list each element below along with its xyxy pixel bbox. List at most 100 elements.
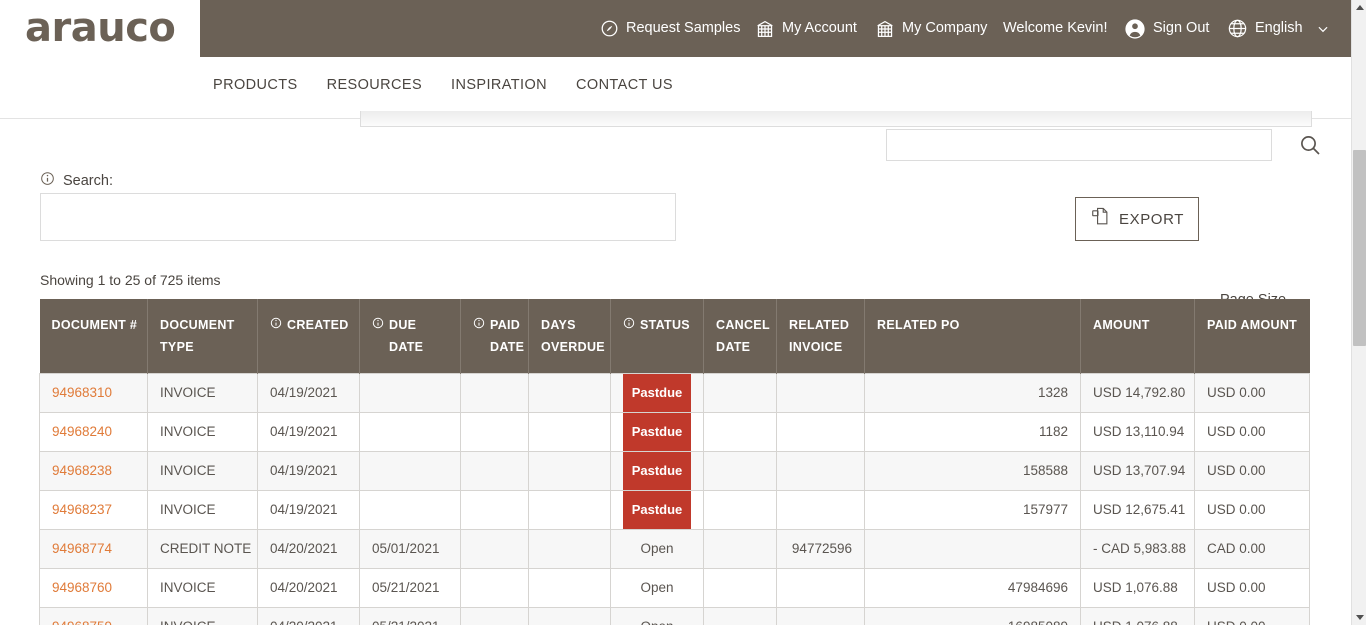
- cell-cancel-date: [703, 489, 777, 530]
- info-icon[interactable]: [372, 315, 384, 337]
- cell-paid-amount: USD 0.00: [1194, 567, 1310, 608]
- cell-related-po: 47984696: [864, 567, 1081, 608]
- column-header-related-invoice[interactable]: RELATED INVOICE: [776, 299, 865, 374]
- results-count: Showing 1 to 25 of 725 items: [40, 272, 221, 288]
- document-number-link[interactable]: 94968760: [52, 580, 112, 595]
- language-selector[interactable]: English: [1227, 0, 1330, 57]
- cell-related-po: 158588: [864, 450, 1081, 491]
- search-box[interactable]: [40, 193, 676, 241]
- site-search-input[interactable]: [887, 130, 1271, 160]
- nav-item-inspiration[interactable]: INSPIRATION: [451, 77, 547, 93]
- column-header-amount[interactable]: AMOUNT: [1080, 299, 1195, 374]
- request-samples-link[interactable]: Request Samples: [600, 0, 740, 57]
- document-number-link[interactable]: 94968240: [52, 424, 112, 439]
- language-label: English: [1255, 20, 1303, 37]
- status-badge-pastdue: Pastdue: [623, 374, 691, 412]
- export-button[interactable]: EXPORT: [1075, 197, 1199, 241]
- cell-paid-amount: USD 0.00: [1194, 372, 1310, 413]
- arauco-logo[interactable]: arauco: [25, 8, 193, 48]
- table-row: 94968759 INVOICE04/20/202105/21/2021 Open 1…: [39, 606, 1310, 625]
- document-number-link[interactable]: 94968759: [52, 619, 112, 625]
- cell-document-type: INVOICE: [147, 606, 258, 625]
- sign-out-label: Sign Out: [1153, 20, 1210, 37]
- cell-cancel-date: [703, 411, 777, 452]
- info-icon[interactable]: [623, 315, 635, 337]
- column-label: CREATED: [287, 318, 349, 332]
- info-icon[interactable]: [473, 315, 485, 337]
- scroll-up-arrow[interactable]: [1352, 0, 1366, 15]
- page-viewport: arauco Request Samples My Account My Com…: [0, 0, 1351, 625]
- status-badge-open: Open: [640, 540, 674, 556]
- cell-due-date: 05/21/2021: [359, 606, 461, 625]
- nav-item-contact-us[interactable]: CONTACT US: [576, 77, 673, 93]
- status-badge-open: Open: [623, 608, 691, 625]
- search-input[interactable]: [41, 194, 675, 240]
- storefront-icon: [875, 20, 895, 38]
- column-header-document-number[interactable]: DOCUMENT #: [39, 299, 148, 374]
- cell-paid-date: [460, 489, 529, 530]
- cell-amount: - CAD 5,983.88: [1080, 528, 1195, 569]
- nav-item-products[interactable]: PRODUCTS: [213, 77, 298, 93]
- cell-created: 04/20/2021: [257, 528, 360, 569]
- my-account-link[interactable]: My Account: [755, 0, 857, 57]
- table-header: DOCUMENT # DOCUMENT TYPE CREATED DUE DAT…: [39, 299, 1310, 374]
- column-header-cancel-date[interactable]: CANCEL DATE: [703, 299, 777, 374]
- document-number-link[interactable]: 94968237: [52, 502, 112, 517]
- column-header-created[interactable]: CREATED: [257, 299, 360, 374]
- cell-paid-amount: USD 0.00: [1194, 450, 1310, 491]
- cell-due-date: 05/01/2021: [359, 528, 461, 569]
- table-row: 94968238 INVOICE 04/19/2021 Pastdue 158588 US…: [39, 450, 1310, 491]
- cell-paid-date: [460, 567, 529, 608]
- status-badge-pastdue: Pastdue: [623, 452, 691, 490]
- search-icon[interactable]: [1298, 133, 1322, 157]
- site-search-box[interactable]: [886, 129, 1272, 161]
- cell-created: 04/20/2021: [257, 606, 360, 625]
- cell-days-overdue: [528, 528, 611, 569]
- my-account-label: My Account: [782, 20, 857, 37]
- info-icon[interactable]: [270, 315, 282, 337]
- cell-due-date: [359, 489, 461, 530]
- nav-item-resources[interactable]: RESOURCES: [327, 77, 422, 93]
- vertical-scrollbar[interactable]: [1351, 0, 1366, 625]
- scroll-down-arrow[interactable]: [1352, 610, 1366, 625]
- table-header-row: DOCUMENT # DOCUMENT TYPE CREATED DUE DAT…: [39, 299, 1310, 374]
- column-header-paid-amount[interactable]: PAID AMOUNT: [1194, 299, 1310, 374]
- cell-document-type: CREDIT NOTE: [147, 528, 258, 569]
- cell-document-number: 94968759: [39, 606, 148, 625]
- cell-document-number: 94968760: [39, 567, 148, 608]
- document-number-link[interactable]: 94968238: [52, 463, 112, 478]
- column-label: PAID DATE: [490, 318, 525, 354]
- column-header-status[interactable]: STATUS: [610, 299, 704, 374]
- column-header-paid-date[interactable]: PAID DATE: [460, 299, 529, 374]
- sign-out-link[interactable]: Sign Out: [1124, 0, 1209, 57]
- main-navigation: PRODUCTS RESOURCES INSPIRATION CONTACT U…: [0, 57, 1351, 161]
- column-label: DUE DATE: [389, 318, 424, 354]
- column-header-document-type[interactable]: DOCUMENT TYPE: [147, 299, 258, 374]
- cell-document-type: INVOICE: [147, 450, 258, 491]
- cell-days-overdue: [528, 606, 611, 625]
- table-row: 94968774 CREDIT NOTE 04/20/2021 05/01/2021 O…: [39, 528, 1310, 569]
- document-number-link[interactable]: 94968774: [52, 541, 112, 556]
- column-header-related-po[interactable]: RELATED PO: [864, 299, 1081, 374]
- welcome-message: Welcome Kevin!: [1003, 0, 1108, 57]
- documents-table: DOCUMENT # DOCUMENT TYPE CREATED DUE DAT…: [39, 299, 1310, 625]
- cell-amount: USD 13,110.94: [1080, 411, 1195, 452]
- document-number-link[interactable]: 94968310: [52, 385, 112, 400]
- table-row: 94968310 INVOICE 04/19/2021 Pastdue 1328 USD …: [39, 372, 1310, 413]
- cell-status: Pastdue: [610, 450, 704, 491]
- cell-created: 04/19/2021: [257, 450, 360, 491]
- cell-cancel-date: [703, 567, 777, 608]
- cell-cancel-date: [703, 528, 777, 569]
- info-icon[interactable]: [40, 171, 55, 190]
- scrollbar-thumb[interactable]: [1353, 150, 1366, 346]
- cell-related-po: 16985089: [864, 606, 1081, 625]
- cell-status: Pastdue: [610, 372, 704, 413]
- chevron-down-icon: [1316, 22, 1330, 36]
- column-header-due-date[interactable]: DUE DATE: [359, 299, 461, 374]
- search-label: Search:: [63, 172, 113, 189]
- column-header-days-overdue[interactable]: DAYS OVERDUE: [528, 299, 611, 374]
- cell-paid-amount: USD 0.00: [1194, 411, 1310, 452]
- my-company-link[interactable]: My Company: [875, 0, 987, 57]
- status-badge-pastdue: Pastdue: [623, 491, 691, 529]
- cell-related-invoice: [776, 411, 865, 452]
